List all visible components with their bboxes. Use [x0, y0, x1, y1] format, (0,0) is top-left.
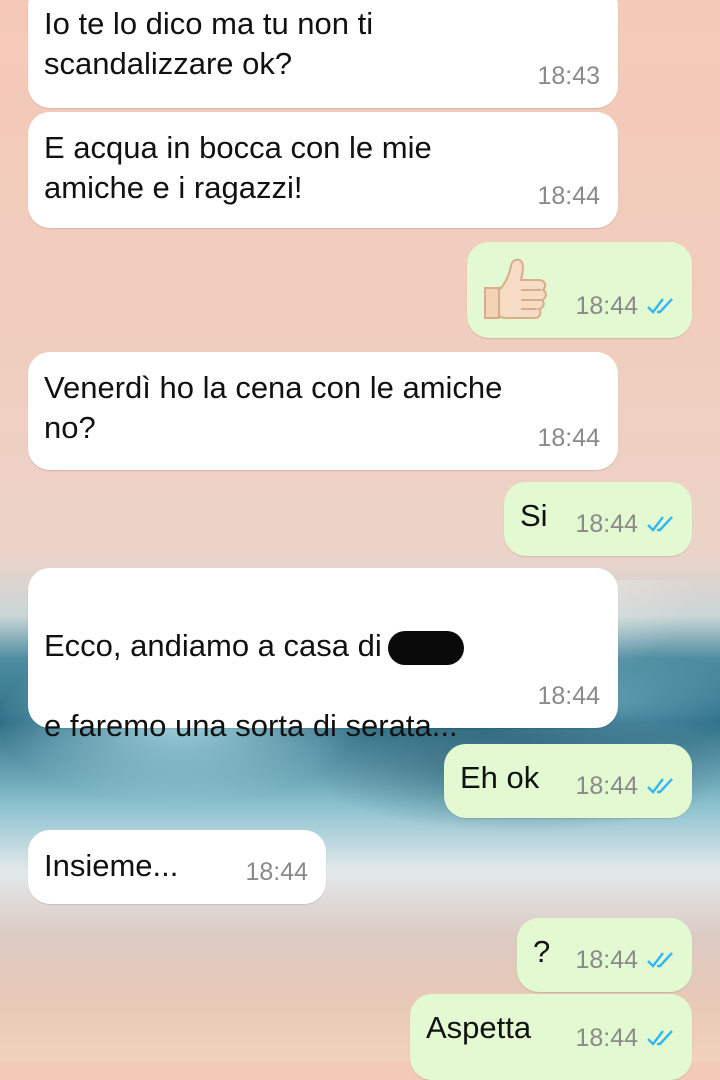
message-bubble-incoming[interactable]: Io te lo dico ma tu non ti scandalizzare… — [28, 0, 618, 108]
message-text-part: Ecco, andiamo a casa di — [44, 628, 382, 663]
message-text: Eh ok — [460, 760, 540, 795]
message-text: Si — [520, 498, 548, 533]
message-time: 18:44 — [575, 504, 678, 544]
message-text: ? — [533, 934, 551, 969]
message-time: 18:44 — [575, 1018, 678, 1058]
message-bubble-outgoing[interactable]: ? 18:44 — [517, 918, 692, 992]
message-time: 18:44 — [575, 766, 678, 806]
message-bubble-outgoing[interactable]: 18:44 — [467, 242, 692, 338]
message-text: Aspetta — [426, 1010, 532, 1045]
double-check-icon — [647, 778, 673, 794]
message-bubble-incoming[interactable]: E acqua in bocca con le mie amiche e i r… — [28, 112, 618, 228]
message-bubble-outgoing[interactable]: Aspetta 18:44 — [410, 994, 692, 1080]
double-check-icon — [647, 1030, 673, 1046]
message-text-part: e faremo una sorta di serata... — [44, 708, 458, 743]
message-bubble-incoming[interactable]: Venerdì ho la cena con le amiche no? 18:… — [28, 352, 618, 470]
message-text: Insieme... — [44, 848, 179, 883]
message-text: Io te lo dico ma tu non ti scandalizzare… — [44, 6, 374, 81]
message-text: Ecco, andiamo a casa di e faremo una sor… — [44, 586, 464, 746]
message-bubble-incoming[interactable]: Insieme... 18:44 — [28, 830, 326, 904]
message-bubble-outgoing[interactable]: Eh ok 18:44 — [444, 744, 692, 818]
message-time: 18:44 — [537, 424, 600, 452]
message-bubble-outgoing[interactable]: Si 18:44 — [504, 482, 692, 556]
message-time: 18:43 — [537, 62, 600, 90]
double-check-icon — [647, 952, 673, 968]
message-text: E acqua in bocca con le mie amiche e i r… — [44, 130, 432, 205]
double-check-icon — [647, 298, 673, 314]
message-time: 18:44 — [575, 286, 678, 326]
message-bubble-incoming[interactable]: Ecco, andiamo a casa di e faremo una sor… — [28, 568, 618, 743]
double-check-icon — [647, 516, 673, 532]
message-time: 18:44 — [537, 182, 600, 210]
message-time: 18:44 — [245, 858, 308, 886]
redaction-mark — [387, 630, 464, 665]
message-text: Venerdì ho la cena con le amiche no? — [44, 370, 503, 445]
message-time: 18:44 — [575, 940, 678, 980]
message-time: 18:44 — [537, 682, 600, 710]
thumbs-up-icon — [484, 258, 547, 319]
